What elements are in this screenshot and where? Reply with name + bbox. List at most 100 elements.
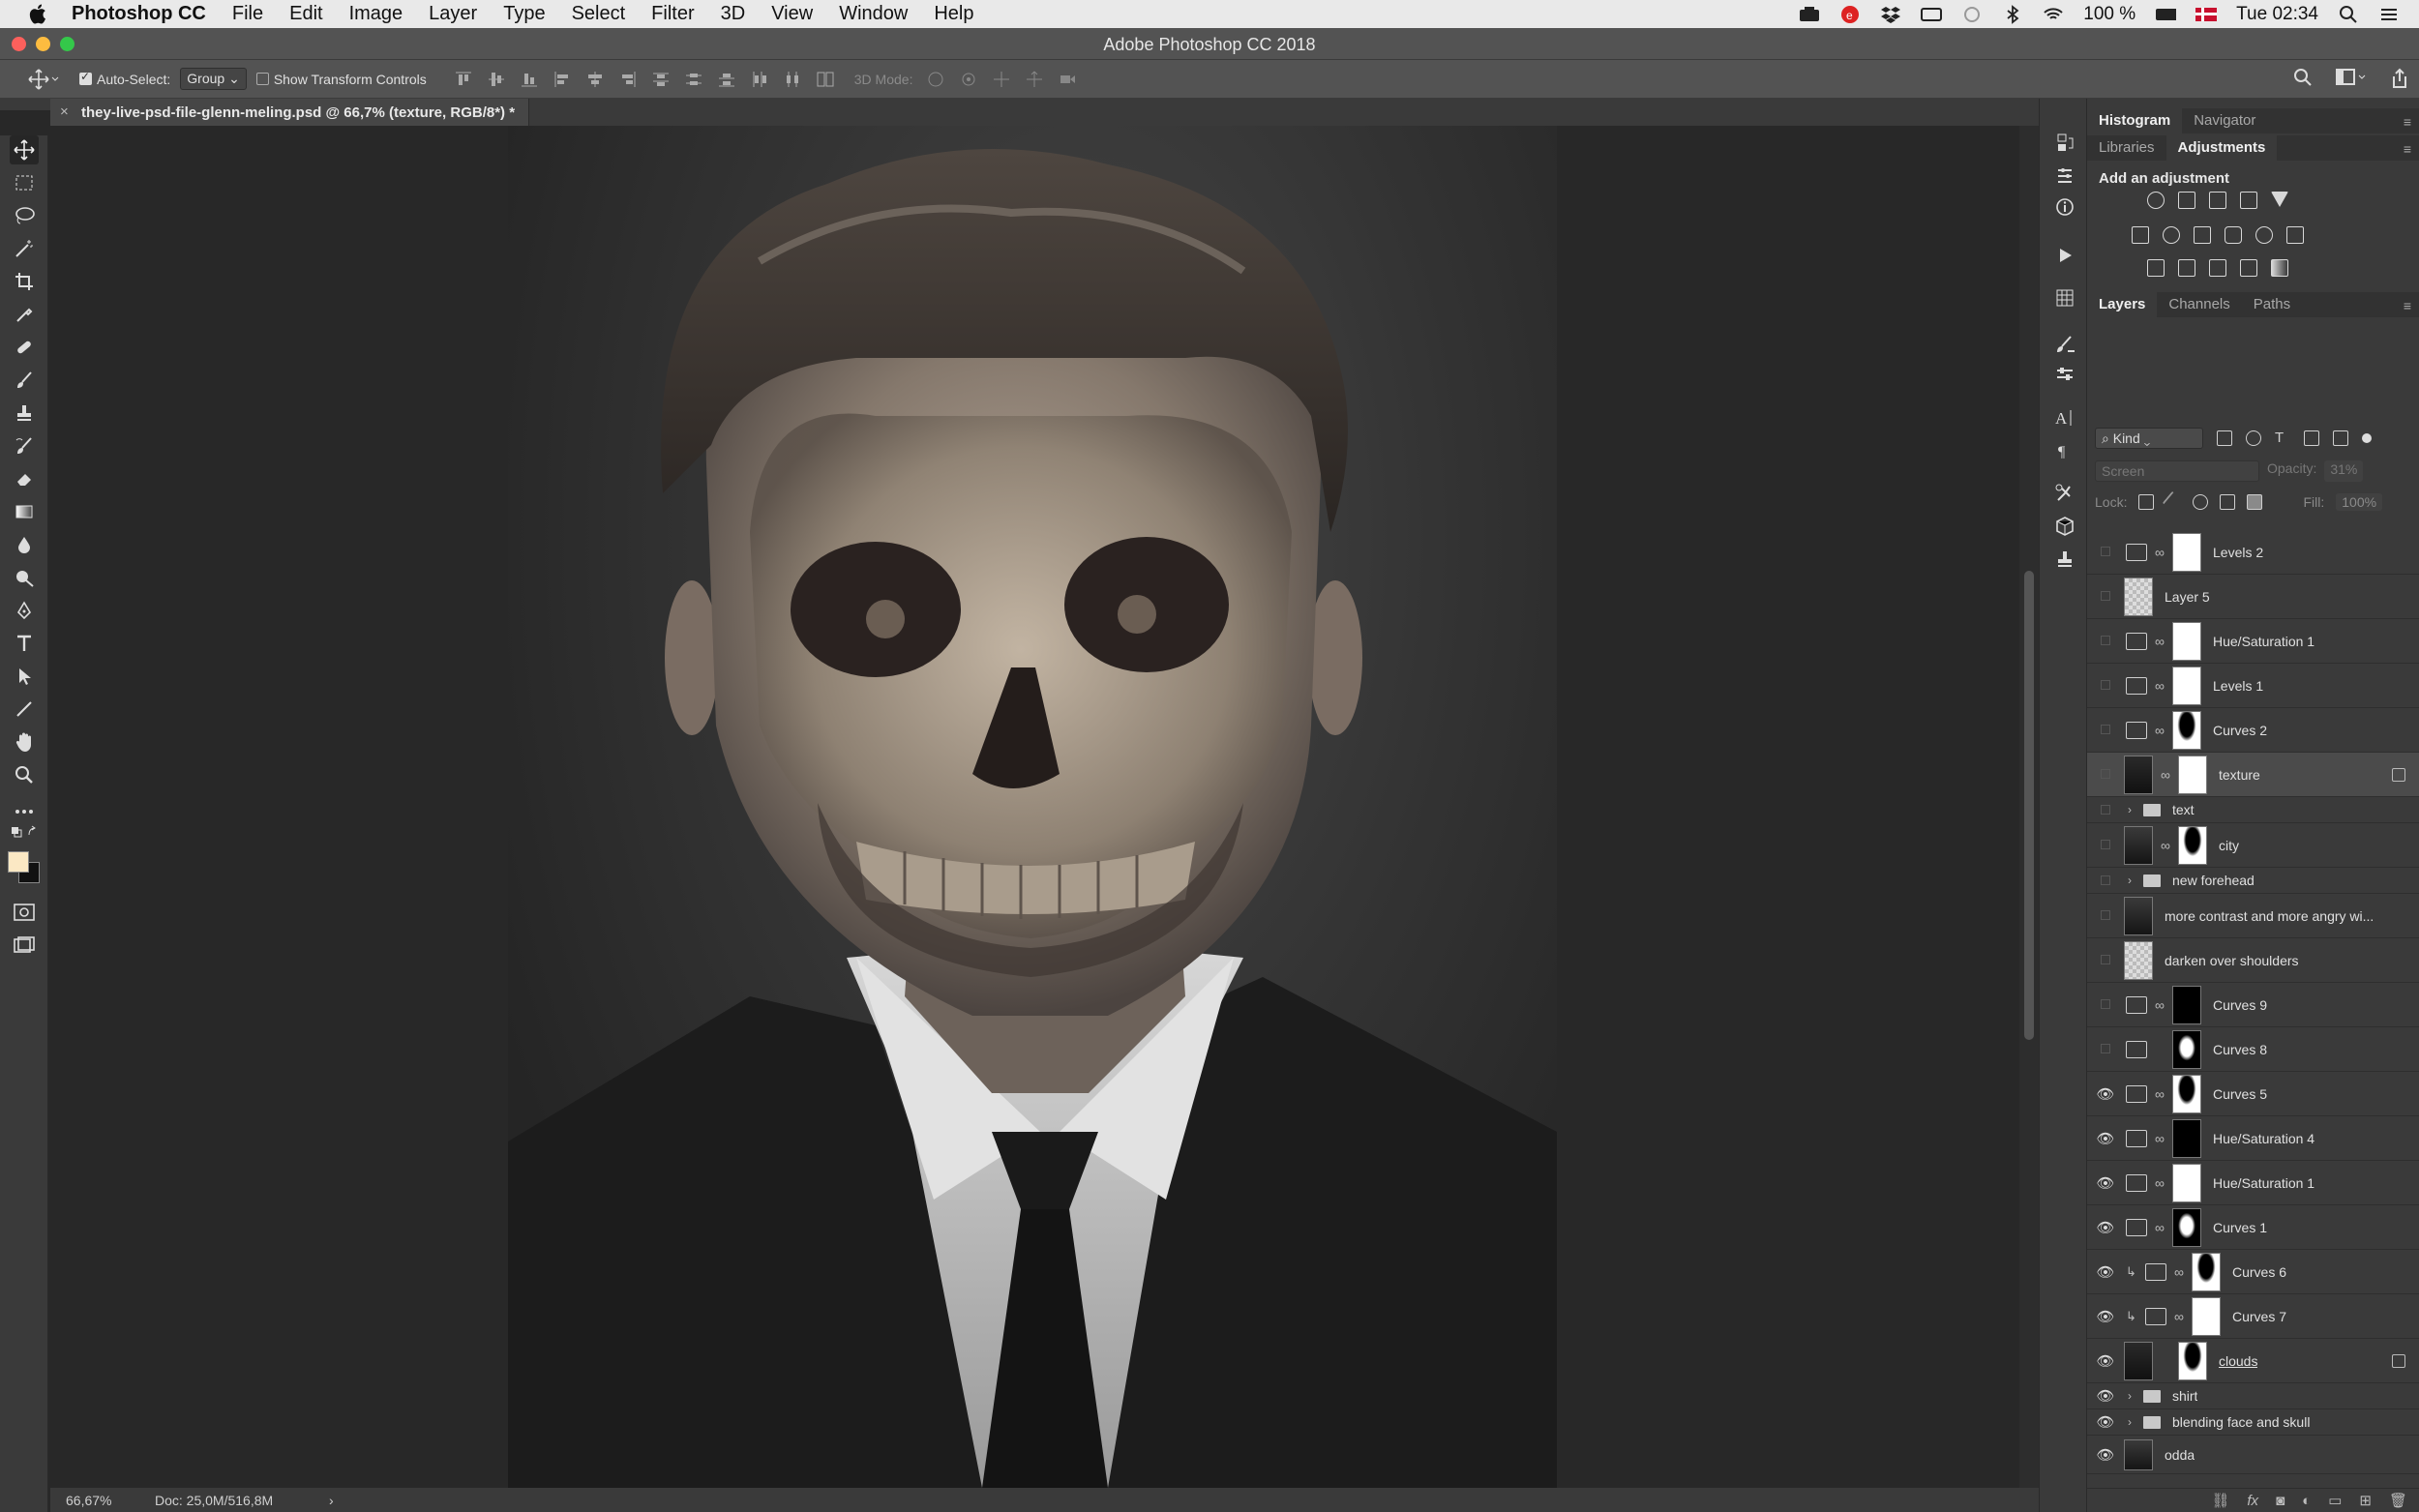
layer-mask-thumbnail[interactable] [2192, 1252, 2221, 1291]
adjustments-panel-menu-icon[interactable]: ≡ [2404, 141, 2411, 157]
lock-artboard-icon[interactable] [2220, 494, 2236, 510]
layer-name[interactable]: more contrast and more angry wi... [2165, 908, 2374, 924]
document-tab[interactable]: × they-live-psd-file-glenn-meling.psd @ … [50, 99, 530, 126]
new-layer-icon[interactable]: ⊞ [2359, 1492, 2372, 1509]
mask-link-icon[interactable]: ∞ [2153, 1086, 2166, 1102]
character-panel-icon[interactable]: A [2053, 406, 2076, 430]
curves-icon[interactable] [2209, 192, 2226, 209]
visibility-eye-icon[interactable]: 👁 [2093, 1446, 2118, 1464]
mask-link-icon[interactable]: ∞ [2153, 1175, 2166, 1191]
channel-mixer-icon[interactable] [2255, 226, 2273, 244]
invert-icon[interactable] [2147, 259, 2165, 277]
layer-name[interactable]: Hue/Saturation 1 [2213, 634, 2314, 649]
layer-name[interactable]: Curves 5 [2213, 1086, 2267, 1102]
layer-mask-thumbnail[interactable] [2178, 755, 2207, 794]
layer-row[interactable]: 👁 ∞ Hue/Saturation 1 [2087, 1161, 2419, 1205]
layer-row[interactable]: ∞ Curves 2 [2087, 708, 2419, 753]
layer-mask-thumbnail[interactable] [2172, 1118, 2201, 1158]
visibility-eye-icon[interactable]: 👁 [2093, 1085, 2118, 1103]
mask-link-icon[interactable]: ∞ [2159, 767, 2172, 783]
show-transform-checkbox[interactable] [255, 73, 269, 85]
align-top-icon[interactable] [454, 70, 473, 89]
mask-link-icon[interactable]: ∞ [2159, 838, 2172, 853]
menu-view[interactable]: View [771, 3, 813, 25]
levels-icon[interactable] [2178, 192, 2195, 209]
visibility-toggle-icon[interactable] [2093, 1041, 2118, 1057]
layer-thumbnail[interactable] [2124, 1341, 2153, 1380]
share-icon[interactable] [2390, 68, 2409, 92]
crop-tool-icon[interactable] [10, 267, 39, 296]
apple-icon[interactable] [25, 4, 50, 25]
visibility-eye-icon[interactable]: 👁 [2093, 1219, 2118, 1236]
lock-transparent-icon[interactable] [2138, 494, 2155, 510]
auto-align-icon[interactable] [816, 70, 835, 89]
close-tab-icon[interactable]: × [60, 104, 69, 120]
new-group-icon[interactable]: ▭ [2328, 1492, 2342, 1509]
3d-pan-icon[interactable] [992, 70, 1011, 89]
filter-smart-object-icon[interactable] [2333, 430, 2348, 446]
tool-presets-panel-icon[interactable] [2053, 482, 2076, 505]
path-selection-tool-icon[interactable] [10, 662, 39, 691]
layer-row[interactable]: 👁 ∞ Curves 1 [2087, 1205, 2419, 1250]
layer-row[interactable]: 👁 ↳ ∞ Curves 7 [2087, 1294, 2419, 1339]
lock-position-icon[interactable] [2193, 494, 2209, 510]
layer-mask-thumbnail[interactable] [2172, 1207, 2201, 1247]
layer-mask-thumbnail[interactable] [2178, 1341, 2207, 1380]
color-balance-icon[interactable] [2163, 226, 2180, 244]
layer-name[interactable]: Hue/Saturation 1 [2213, 1175, 2314, 1191]
layer-name[interactable]: odda [2165, 1447, 2195, 1463]
gradient-map-icon[interactable] [2271, 259, 2288, 277]
layer-mask-thumbnail[interactable] [2192, 1296, 2221, 1336]
expand-arrow-icon[interactable]: › [2128, 874, 2137, 887]
mask-link-icon[interactable]: ∞ [2172, 1264, 2186, 1280]
3d-slide-icon[interactable] [1025, 70, 1044, 89]
filter-kind-dropdown[interactable]: ⌕ Kind ⌄ [2095, 428, 2203, 449]
quick-mask-icon[interactable] [10, 898, 39, 927]
history-panel-icon[interactable] [2053, 132, 2076, 155]
tab-paths[interactable]: Paths [2242, 296, 2302, 317]
visibility-toggle-icon[interactable] [2093, 952, 2118, 968]
clone-source-panel-icon[interactable] [2053, 548, 2076, 571]
vertical-scroll-thumb[interactable] [2024, 571, 2034, 1040]
layer-name[interactable]: Curves 1 [2213, 1220, 2267, 1235]
layer-name[interactable]: clouds [2219, 1353, 2257, 1369]
actions-panel-icon[interactable] [2053, 244, 2076, 267]
3d-scale-icon[interactable] [1058, 70, 1077, 89]
layer-name[interactable]: city [2219, 838, 2239, 853]
canvas-area[interactable] [50, 126, 2019, 1488]
opacity-value[interactable]: 31% [2324, 460, 2364, 482]
brushes-panel-icon[interactable] [2053, 333, 2076, 356]
visibility-toggle-icon[interactable] [2093, 722, 2118, 738]
layer-row[interactable]: ∞ Levels 1 [2087, 664, 2419, 708]
layer-mask-thumbnail[interactable] [2178, 825, 2207, 865]
visibility-toggle-icon[interactable] [2093, 633, 2118, 649]
menu-window[interactable]: Window [839, 3, 908, 25]
layers-panel-menu-icon[interactable]: ≡ [2404, 298, 2411, 313]
filter-type-icon[interactable]: T [2275, 430, 2290, 446]
blur-tool-icon[interactable] [10, 530, 39, 559]
menu-help[interactable]: Help [934, 3, 973, 25]
layer-row[interactable]: ∞ Curves 9 [2087, 983, 2419, 1027]
layer-row-selected[interactable]: ∞ texture [2087, 753, 2419, 797]
fx-icon[interactable]: fx [2247, 1493, 2258, 1509]
layer-mask-thumbnail[interactable] [2172, 621, 2201, 661]
visibility-toggle-icon[interactable] [2093, 873, 2118, 889]
layer-row[interactable]: ∞ city [2087, 823, 2419, 868]
filter-toggle-icon[interactable] [2362, 433, 2372, 443]
layer-row[interactable]: ∞ Hue/Saturation 1 [2087, 619, 2419, 664]
tab-navigator[interactable]: Navigator [2182, 112, 2267, 133]
layer-name[interactable]: Layer 5 [2165, 589, 2210, 605]
visibility-eye-icon[interactable]: 👁 [2093, 1413, 2118, 1431]
vibrance-icon[interactable] [2271, 192, 2288, 207]
expand-arrow-icon[interactable]: › [2128, 803, 2137, 816]
dropbox-icon[interactable] [1880, 6, 1901, 23]
layer-name[interactable]: darken over shoulders [2165, 953, 2299, 968]
mask-link-icon[interactable]: ∞ [2153, 1042, 2166, 1057]
posterize-icon[interactable] [2178, 259, 2195, 277]
layer-name[interactable]: Curves 7 [2232, 1309, 2286, 1324]
3d-panel-icon[interactable] [2053, 515, 2076, 538]
clone-stamp-tool-icon[interactable] [10, 399, 39, 428]
layer-name[interactable]: shirt [2172, 1388, 2197, 1404]
notification-center-icon[interactable] [2378, 6, 2400, 23]
layer-mask-thumbnail[interactable] [2172, 666, 2201, 705]
